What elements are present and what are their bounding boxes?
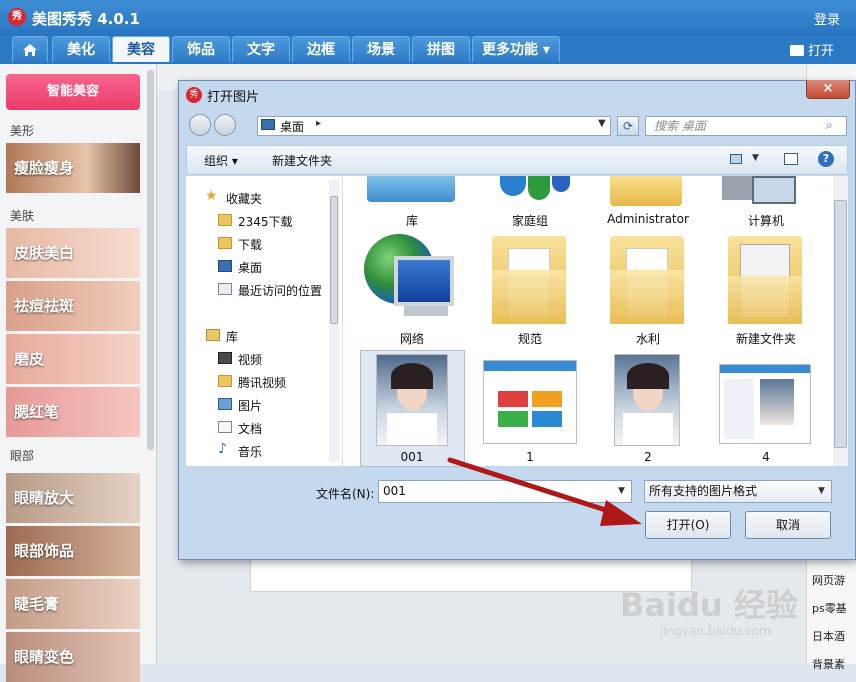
- watermark-logo: Baidu 经验: [620, 586, 798, 624]
- watermark-url: jingyan.baidu.com: [660, 624, 771, 638]
- annotation-arrow: [447, 457, 642, 526]
